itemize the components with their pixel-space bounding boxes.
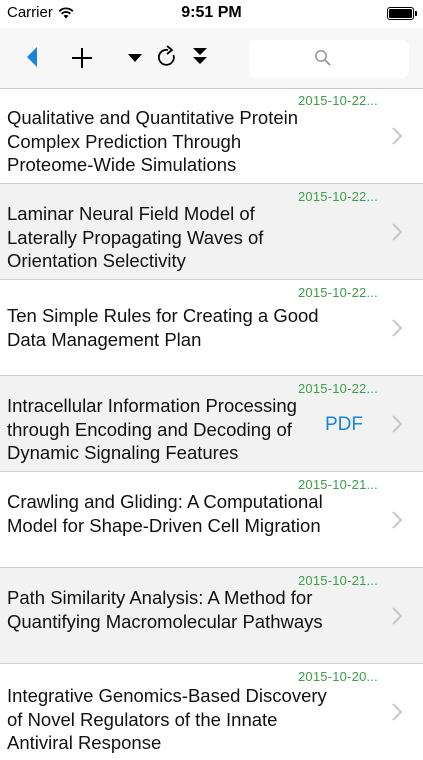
article-date: 2015-10-20... bbox=[298, 669, 378, 684]
article-list: 2015-10-22... Qualitative and Quantitati… bbox=[0, 88, 423, 760]
refresh-icon bbox=[157, 45, 175, 66]
search-box[interactable] bbox=[249, 40, 409, 78]
article-row[interactable]: 2015-10-22... Intracellular Information … bbox=[0, 376, 423, 472]
chevron-right-icon bbox=[392, 223, 403, 241]
add-button[interactable] bbox=[68, 44, 96, 72]
chevron-right-icon bbox=[392, 127, 403, 145]
chevron-right-icon bbox=[392, 607, 403, 625]
chevron-right-icon bbox=[392, 703, 403, 721]
article-row[interactable]: 2015-10-21... Crawling and Gliding: A Co… bbox=[0, 472, 423, 568]
toolbar bbox=[0, 28, 423, 89]
pdf-badge[interactable]: PDF bbox=[325, 414, 363, 436]
plus-icon bbox=[72, 48, 92, 68]
article-row[interactable]: 2015-10-21... Path Similarity Analysis: … bbox=[0, 568, 423, 664]
back-button[interactable] bbox=[20, 45, 44, 69]
refresh-button[interactable] bbox=[155, 43, 179, 71]
article-row[interactable]: 2015-10-22... Qualitative and Quantitati… bbox=[0, 88, 423, 184]
dropdown-triangle-icon bbox=[128, 54, 142, 62]
chevron-right-icon bbox=[392, 511, 403, 529]
article-title: Laminar Neural Field Model of Laterally … bbox=[7, 203, 264, 271]
search-icon bbox=[315, 50, 331, 66]
article-title: Qualitative and Quantitative Protein Com… bbox=[7, 107, 299, 175]
article-title: Ten Simple Rules for Creating a Good Dat… bbox=[7, 305, 319, 350]
chevron-right-icon bbox=[392, 415, 403, 433]
article-row[interactable]: 2015-10-22... Ten Simple Rules for Creat… bbox=[0, 280, 423, 376]
sort-dropdown-button[interactable] bbox=[125, 48, 145, 68]
article-date: 2015-10-22... bbox=[298, 285, 378, 300]
status-bar: Carrier 9:51 PM bbox=[0, 0, 423, 28]
chevron-right-icon bbox=[392, 319, 403, 337]
back-triangle-icon bbox=[27, 47, 37, 67]
article-row[interactable]: 2015-10-20... Integrative Genomics-Based… bbox=[0, 664, 423, 760]
battery-icon bbox=[387, 7, 417, 20]
article-title: Path Similarity Analysis: A Method for Q… bbox=[7, 587, 323, 632]
status-time: 9:51 PM bbox=[181, 4, 242, 21]
article-title: Intracellular Information Processing thr… bbox=[7, 395, 297, 463]
article-title: Crawling and Gliding: A Computational Mo… bbox=[7, 491, 323, 536]
article-row[interactable]: 2015-10-22... Laminar Neural Field Model… bbox=[0, 184, 423, 280]
article-title: Integrative Genomics-Based Discovery of … bbox=[7, 685, 327, 753]
collapse-button[interactable] bbox=[188, 43, 212, 71]
double-chevron-down-icon bbox=[193, 48, 207, 64]
